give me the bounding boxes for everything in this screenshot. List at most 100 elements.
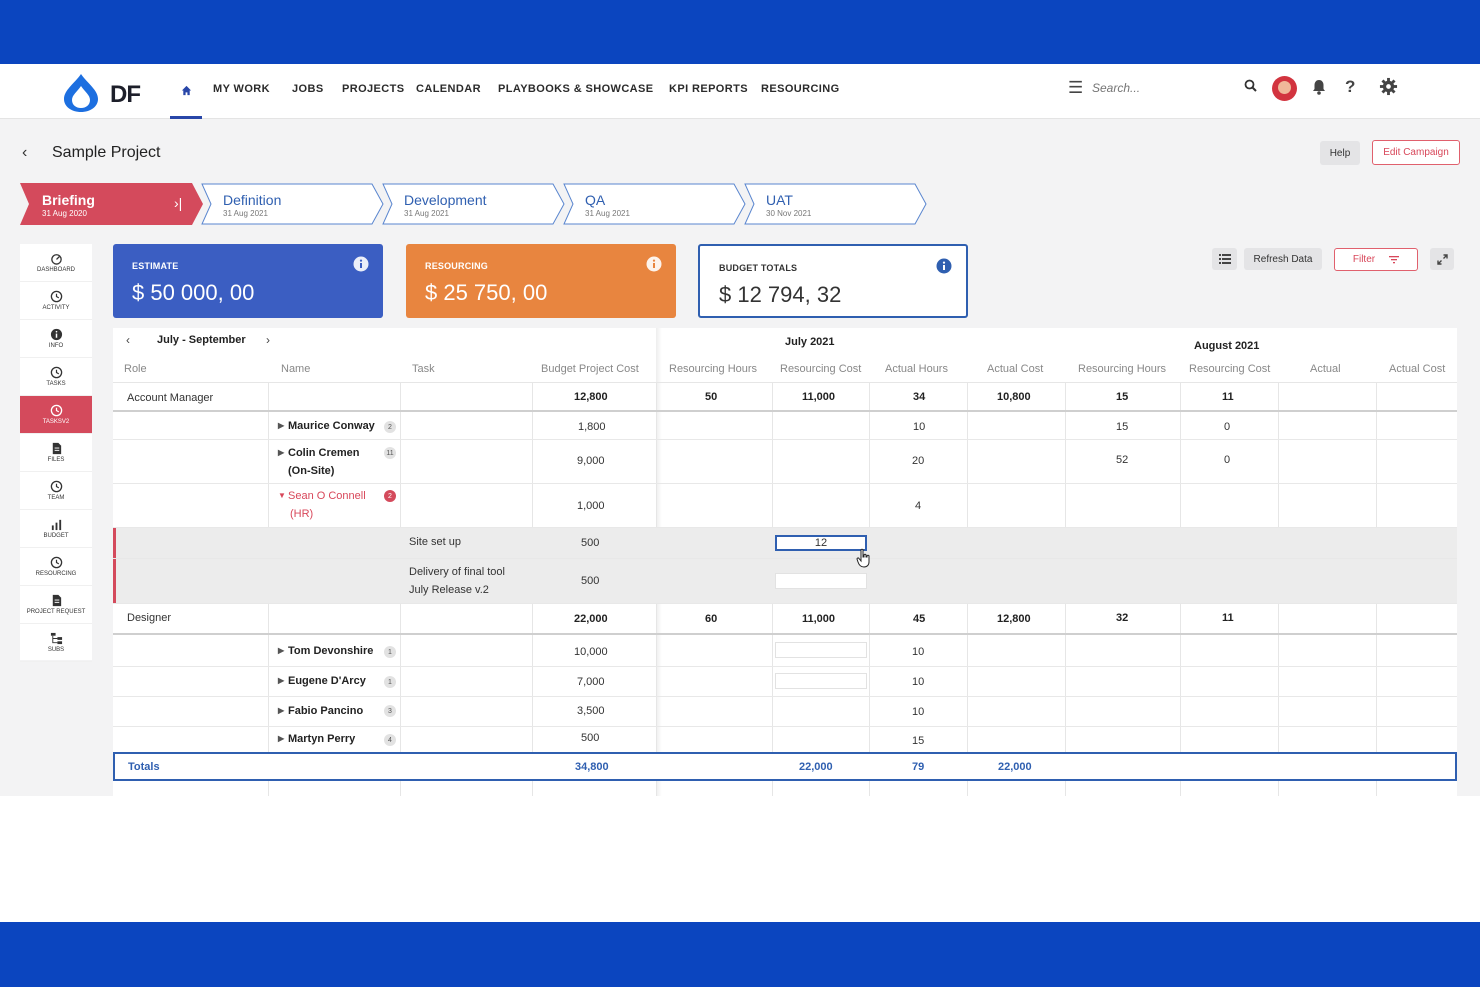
expand-button[interactable] [1430,248,1454,270]
header-actual-hours[interactable]: Actual Hours [885,363,948,375]
person-name: Martyn Perry [288,733,356,745]
refresh-data-button[interactable]: Refresh Data [1244,248,1322,270]
person-name: Eugene D'Arcy [288,675,366,687]
help-button[interactable]: Help [1320,141,1360,165]
expand-icon[interactable]: ▶ [278,646,288,655]
header-actual-cost-aug[interactable]: Actual Cost [1389,363,1445,375]
side-item-project-request[interactable]: PROJECT REQUEST [20,586,92,624]
resourcing-cost-input[interactable] [775,535,867,551]
task-row[interactable]: Site set up 500 [113,528,1457,559]
file-icon [52,594,61,607]
side-item-budget[interactable]: BUDGET [20,510,92,548]
logo-text: DF [110,81,141,108]
expand-icon[interactable]: ▶ [278,421,288,430]
side-item-activity[interactable]: ACTIVITY [20,282,92,320]
nav-my-work[interactable]: MY WORK [213,83,270,95]
stage-name: QA [585,192,606,208]
stage-uat[interactable]: UAT 30 Nov 2021 [744,183,932,225]
budget-cell: 1,800 [578,421,606,433]
edit-campaign-button[interactable]: Edit Campaign [1372,140,1460,165]
count-badge: 2 [384,490,396,502]
table-row[interactable]: Designer 22,000 60 11,000 45 12,800 32 1… [113,604,1457,635]
name-cell[interactable]: ▶ Eugene D'Arcy [278,675,366,687]
filter-button[interactable]: Filter [1334,248,1418,271]
next-period-icon[interactable]: › [266,333,270,347]
skip-forward-icon[interactable]: ›| [174,195,182,211]
bell-icon[interactable] [1311,78,1327,96]
stage-definition[interactable]: Definition 31 Aug 2021 [201,183,389,225]
header-budget-project-cost[interactable]: Budget Project Cost [541,363,639,375]
table-row[interactable]: ▶ Martyn Perry 4 500 15 [113,727,1457,752]
header-resourcing-cost-aug[interactable]: Resourcing Cost [1189,363,1270,375]
table-row[interactable]: Account Manager 12,800 50 11,000 34 10,8… [113,382,1457,412]
side-item-tasksv2[interactable]: TASKSV2 [20,396,92,434]
header-actual-cost[interactable]: Actual Cost [987,363,1043,375]
help-icon[interactable]: ? [1345,77,1355,97]
header-role[interactable]: Role [124,363,147,375]
stage-development[interactable]: Development 31 Aug 2021 [382,183,570,225]
page-title: Sample Project [52,144,161,161]
task-row[interactable]: Delivery of final tool July Release v.2 … [113,559,1457,604]
nav-projects[interactable]: PROJECTS [342,83,405,95]
search-icon[interactable] [1243,78,1259,94]
stage-qa[interactable]: QA 31 Aug 2021 [563,183,751,225]
search-input[interactable] [1092,78,1242,98]
side-item-tasks[interactable]: TASKS [20,358,92,396]
totals-actual-cost: 22,000 [998,761,1032,773]
table-row[interactable]: ▶ Colin Cremen (On-Site) 11 9,000 20 52 0 [113,440,1457,484]
list-view-button[interactable] [1212,248,1237,270]
header-actual-aug[interactable]: Actual [1310,363,1341,375]
side-item-subs[interactable]: SUBS [20,624,92,662]
expand-icon[interactable]: ▶ [278,448,288,457]
table-row[interactable]: ▶ Fabio Pancino 3 3,500 10 [113,697,1457,727]
side-item-files[interactable]: FILES [20,434,92,472]
logo[interactable]: DF [60,72,160,112]
actual-hours-cell: 15 [912,735,925,747]
prev-period-icon[interactable]: ‹ [126,333,130,347]
header-resourcing-hours-aug[interactable]: Resourcing Hours [1078,363,1166,375]
hierarchy-icon [50,632,62,645]
gear-icon[interactable] [1379,77,1398,96]
resourcing-cost-input[interactable] [775,673,867,689]
side-item-dashboard[interactable]: DASHBOARD [20,244,92,282]
stage-date: 31 Aug 2020 [42,209,87,218]
info-icon[interactable] [646,256,662,272]
avatar[interactable] [1272,76,1297,101]
name-cell[interactable]: ▶ Colin Cremen [278,447,360,459]
expand-icon[interactable]: ▶ [278,706,288,715]
expand-icon[interactable]: ▶ [278,676,288,685]
menu-icon[interactable]: ☰ [1068,78,1083,98]
nav-playbooks-showcase[interactable]: PLAYBOOKS & SHOWCASE [498,83,654,95]
header-task[interactable]: Task [412,363,435,375]
resourcing-cost-input[interactable] [775,642,867,658]
name-cell[interactable]: ▶ Martyn Perry [278,733,355,745]
header-resourcing-hours[interactable]: Resourcing Hours [669,363,757,375]
name-cell[interactable]: ▶ Fabio Pancino [278,705,363,717]
back-icon[interactable]: ‹ [22,144,27,162]
side-item-info[interactable]: INFO [20,320,92,358]
name-cell[interactable]: ▶ Tom Devonshire [278,645,373,657]
collapse-icon[interactable]: ▼ [278,491,288,500]
info-icon[interactable] [936,258,952,274]
header-resourcing-cost[interactable]: Resourcing Cost [780,363,861,375]
budget-cell: 22,000 [574,613,608,625]
resourcing-cost-input[interactable] [775,573,867,589]
name-cell[interactable]: ▼ Sean O Connell [278,490,366,502]
side-item-team[interactable]: TEAM [20,472,92,510]
side-item-resourcing[interactable]: RESOURCING [20,548,92,586]
home-nav-item[interactable] [170,64,202,119]
expand-icon[interactable]: ▶ [278,734,288,743]
resourcing-label: RESOURCING [425,261,489,271]
nav-resourcing[interactable]: RESOURCING [761,83,840,95]
nav-calendar[interactable]: CALENDAR [416,83,481,95]
table-row[interactable]: ▼ Sean O Connell (HR) 2 1,000 4 [113,484,1457,528]
table-row[interactable]: ▶ Tom Devonshire 1 10,000 10 [113,636,1457,667]
table-row[interactable]: ▶ Eugene D'Arcy 1 7,000 10 [113,667,1457,697]
name-cell[interactable]: ▶ Maurice Conway [278,420,375,432]
table-row[interactable]: ▶ Maurice Conway 2 1,800 10 15 0 [113,413,1457,440]
nav-kpi-reports[interactable]: KPI REPORTS [669,83,748,95]
stage-briefing[interactable]: Briefing 31 Aug 2020 ›| [20,183,208,225]
info-icon[interactable] [353,256,369,272]
header-name[interactable]: Name [281,363,310,375]
nav-jobs[interactable]: JOBS [292,83,324,95]
